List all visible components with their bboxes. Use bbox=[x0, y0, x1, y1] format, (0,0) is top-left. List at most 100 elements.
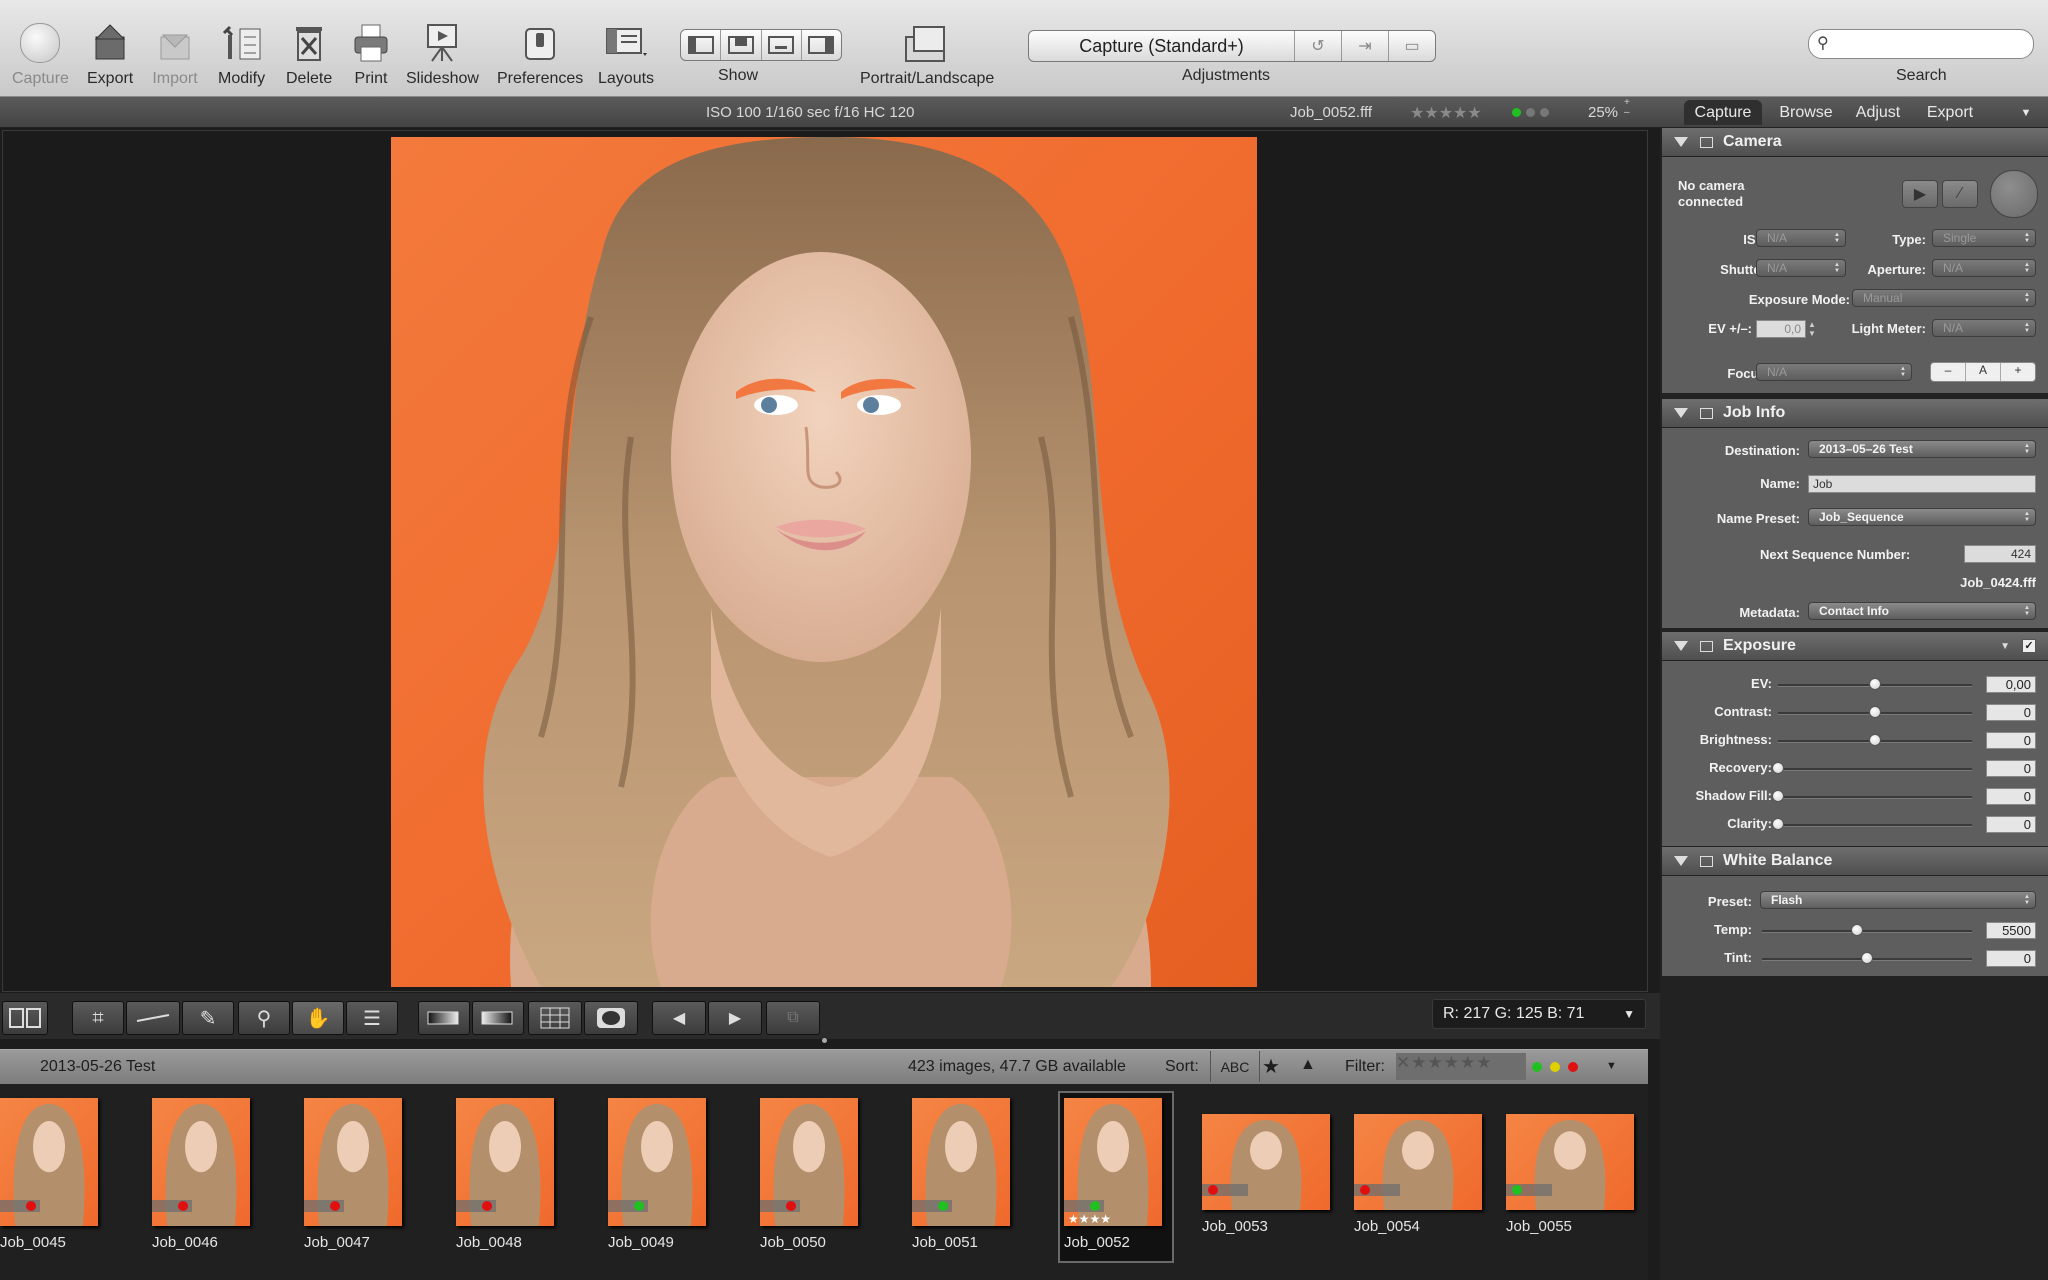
export-button[interactable]: Export bbox=[87, 20, 133, 88]
ev-value[interactable]: 0,00 bbox=[1986, 676, 2036, 693]
light-meter-select[interactable]: N/A bbox=[1932, 319, 2036, 337]
metadata-select[interactable]: Contact Info bbox=[1808, 602, 2036, 620]
hand-tool-button[interactable]: ✋ bbox=[292, 1001, 344, 1035]
color-tag-dot[interactable] bbox=[26, 1201, 36, 1211]
aperture-select[interactable]: N/A bbox=[1932, 259, 2036, 277]
show-browser-viewer-button[interactable] bbox=[681, 30, 722, 60]
print-button[interactable]: Print bbox=[348, 20, 394, 88]
color-tag-green[interactable] bbox=[1512, 108, 1521, 117]
color-tag-dot[interactable] bbox=[178, 1201, 188, 1211]
focus-mask-button[interactable] bbox=[472, 1001, 524, 1035]
show-filmstrip-button[interactable] bbox=[762, 30, 802, 60]
color-tag-dot[interactable] bbox=[634, 1201, 644, 1211]
filter-yellow-dot[interactable] bbox=[1550, 1062, 1560, 1072]
contrast-value[interactable]: 0 bbox=[1986, 704, 2036, 721]
color-tag-dot[interactable] bbox=[1360, 1185, 1370, 1195]
show-tools-button[interactable] bbox=[802, 30, 841, 60]
ev-slider-knob[interactable] bbox=[1869, 678, 1881, 690]
next-image-button[interactable]: ▶ bbox=[708, 1001, 762, 1035]
reset-icon[interactable]: ↺ bbox=[1294, 31, 1341, 61]
tab-adjust[interactable]: Adjust bbox=[1850, 100, 1906, 125]
color-tag-dot[interactable] bbox=[938, 1201, 948, 1211]
destination-select[interactable]: 2013–05–26 Test bbox=[1808, 440, 2036, 458]
clipboard-icon[interactable]: ▭ bbox=[1388, 31, 1435, 61]
modify-button[interactable]: Modify bbox=[218, 20, 265, 88]
capture-shutter-button[interactable] bbox=[1990, 170, 2038, 218]
exposure-mode-select[interactable]: Manual bbox=[1852, 289, 2036, 307]
color-tag-dot[interactable] bbox=[1512, 1185, 1522, 1195]
show-viewer-button[interactable] bbox=[721, 30, 762, 60]
zoom-tool-button[interactable]: ⚲ bbox=[238, 1001, 290, 1035]
type-select[interactable]: Single bbox=[1932, 229, 2036, 247]
color-tag-dot[interactable] bbox=[786, 1201, 796, 1211]
previous-image-button[interactable]: ◀ bbox=[652, 1001, 706, 1035]
clarity-slider[interactable] bbox=[1778, 824, 1972, 827]
color-tag-dot[interactable] bbox=[482, 1201, 492, 1211]
slideshow-button[interactable]: Slideshow bbox=[406, 20, 479, 88]
tab-export[interactable]: Export bbox=[1920, 100, 1980, 125]
exposure-section-header[interactable]: Exposure ▼ ✓ bbox=[1662, 632, 2048, 660]
exposure-warning-button[interactable] bbox=[418, 1001, 470, 1035]
tab-capture[interactable]: Capture bbox=[1684, 100, 1762, 125]
recovery-slider-knob[interactable] bbox=[1772, 762, 1784, 774]
portrait-landscape-button[interactable]: Portrait/Landscape bbox=[860, 20, 994, 88]
job-info-section-header[interactable]: Job Info bbox=[1662, 399, 2048, 427]
next-sequence-field[interactable]: 424 bbox=[1964, 545, 2036, 563]
exposure-menu-icon[interactable]: ▼ bbox=[2000, 641, 2010, 652]
filter-stars[interactable]: ✕★★★★★ bbox=[1396, 1053, 1526, 1080]
recovery-slider[interactable] bbox=[1778, 768, 1972, 771]
tint-slider-knob[interactable] bbox=[1861, 952, 1873, 964]
sort-direction-icon[interactable]: ▲ bbox=[1300, 1056, 1316, 1074]
tint-value[interactable]: 0 bbox=[1986, 950, 2036, 967]
ev-field[interactable]: 0,0 bbox=[1756, 320, 1806, 338]
shadow-fill-slider-knob[interactable] bbox=[1772, 790, 1784, 802]
layouts-button[interactable]: Layouts bbox=[598, 20, 654, 88]
shadow-fill-slider[interactable] bbox=[1778, 796, 1972, 799]
focus-select[interactable]: N/A bbox=[1756, 363, 1912, 381]
capture-button[interactable]: Capture bbox=[12, 20, 69, 88]
color-tag-yellow[interactable] bbox=[1526, 108, 1535, 117]
sort-rating-icon[interactable]: ★ bbox=[1262, 1054, 1280, 1079]
recovery-value[interactable]: 0 bbox=[1986, 760, 2036, 777]
color-tag-red[interactable] bbox=[1540, 108, 1549, 117]
filter-red-dot[interactable] bbox=[1568, 1062, 1578, 1072]
straighten-tool-button[interactable] bbox=[126, 1001, 180, 1035]
temp-slider[interactable] bbox=[1762, 930, 1972, 933]
filter-green-dot[interactable] bbox=[1532, 1062, 1542, 1072]
autofocus-icon[interactable]: ⁄ bbox=[1942, 180, 1978, 208]
zoom-level[interactable]: 25% bbox=[1588, 104, 1618, 121]
main-photo[interactable] bbox=[391, 137, 1257, 987]
preferences-button[interactable]: Preferences bbox=[497, 20, 583, 88]
chevron-down-icon[interactable]: ▼ bbox=[1623, 1007, 1635, 1021]
search-input[interactable]: ⚲ bbox=[1808, 29, 2034, 59]
focus-plus-button[interactable]: + bbox=[2001, 363, 2035, 381]
tabs-menu-icon[interactable]: ▼ bbox=[2016, 100, 2036, 125]
clarity-slider-knob[interactable] bbox=[1772, 818, 1784, 830]
crop-tool-button[interactable]: ⌗ bbox=[72, 1001, 124, 1035]
zoom-stepper[interactable]: + – bbox=[1624, 98, 1630, 118]
grid-button[interactable] bbox=[528, 1001, 582, 1035]
temp-value[interactable]: 5500 bbox=[1986, 922, 2036, 939]
tab-browse[interactable]: Browse bbox=[1776, 100, 1836, 125]
multi-view-button[interactable]: ⧉ bbox=[766, 1001, 820, 1035]
import-button[interactable]: Import bbox=[152, 20, 198, 88]
contrast-slider-knob[interactable] bbox=[1869, 706, 1881, 718]
color-tag-dot[interactable] bbox=[1208, 1185, 1218, 1195]
star-rating[interactable]: ★★★★★ bbox=[1410, 103, 1482, 123]
copy-adjustments-icon[interactable]: ⇥ bbox=[1341, 31, 1388, 61]
name-preset-select[interactable]: Job_Sequence bbox=[1808, 508, 2036, 526]
clarity-value[interactable]: 0 bbox=[1986, 816, 2036, 833]
brightness-slider-knob[interactable] bbox=[1869, 734, 1881, 746]
color-tag-dot[interactable] bbox=[1090, 1201, 1100, 1211]
filter-menu-icon[interactable]: ▼ bbox=[1606, 1060, 1617, 1072]
filmstrip[interactable]: Job_0045 Job_0046 Job_0047 Job_0048 Job_0049… bbox=[0, 1084, 1648, 1280]
delete-button[interactable]: Delete bbox=[286, 20, 332, 88]
thumbnail-stars[interactable]: ★★★★ bbox=[1068, 1212, 1111, 1226]
menu-tool-button[interactable]: ☰ bbox=[346, 1001, 398, 1035]
brightness-value[interactable]: 0 bbox=[1986, 732, 2036, 749]
temp-slider-knob[interactable] bbox=[1850, 924, 1863, 936]
iso-select[interactable]: N/A bbox=[1756, 229, 1846, 247]
picker-tool-button[interactable]: ✎ bbox=[182, 1001, 234, 1035]
color-tag-dot[interactable] bbox=[330, 1201, 340, 1211]
shadow-fill-value[interactable]: 0 bbox=[1986, 788, 2036, 805]
